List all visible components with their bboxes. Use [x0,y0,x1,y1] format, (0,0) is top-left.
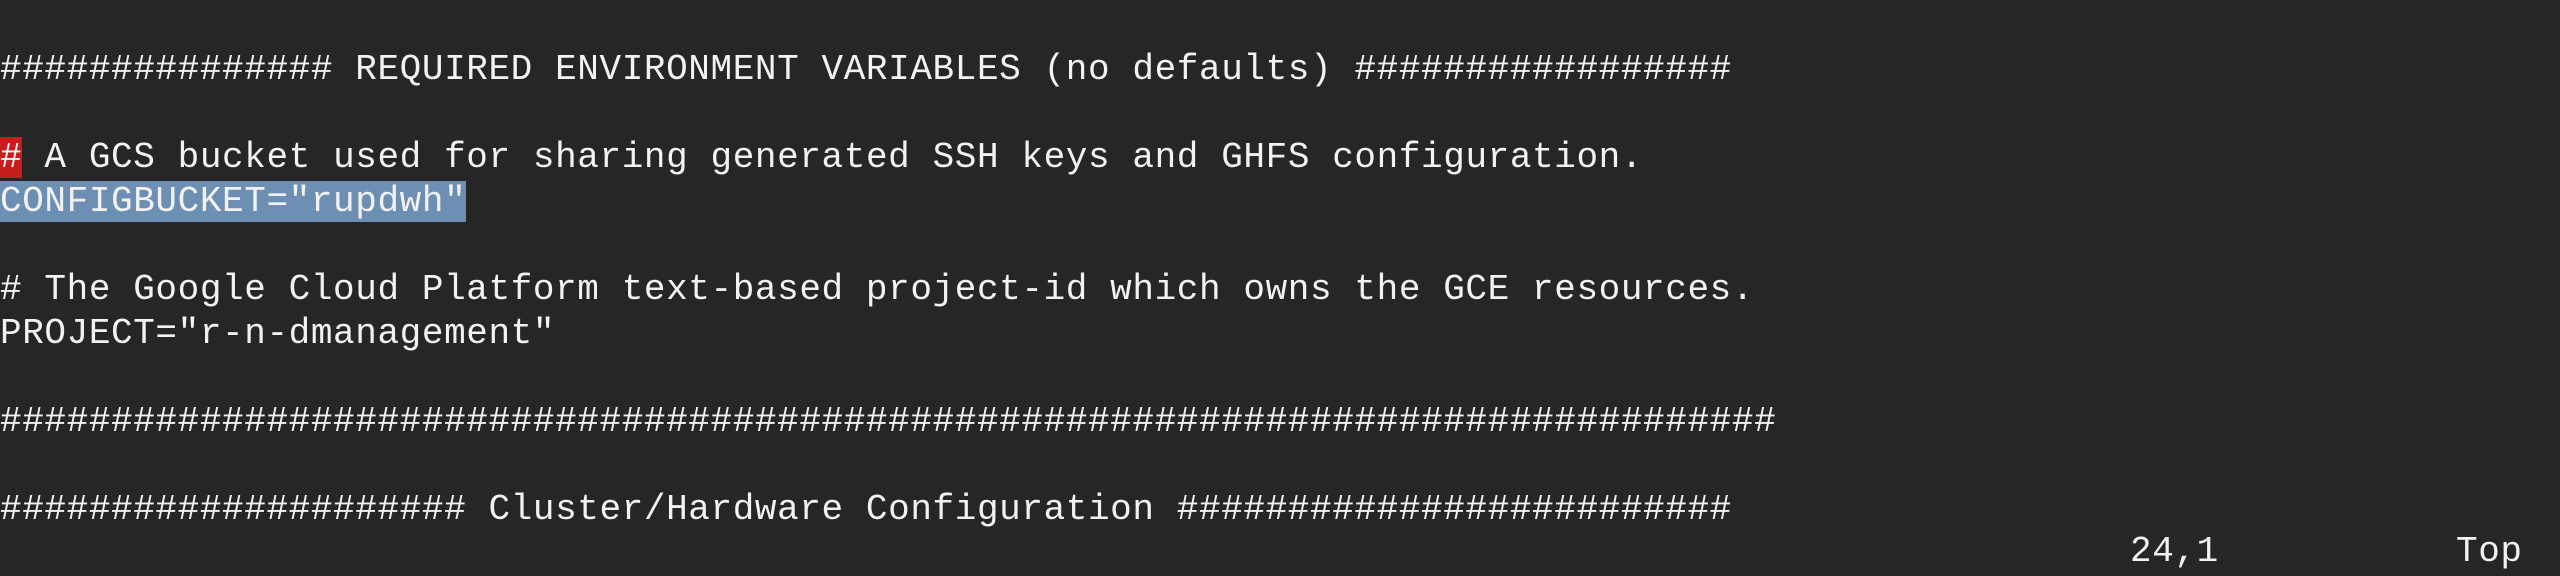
editor-line: CONFIGBUCKET="rupdwh" [0,180,2560,224]
editor-line: ########################################… [0,401,1777,442]
editor-line: ##################### Cluster/Hardware C… [0,489,1732,530]
status-line: 24,1 Top [0,530,2560,574]
terminal-window[interactable]: ############### REQUIRED ENVIRONMENT VAR… [0,0,2560,576]
editor-line: PROJECT="r-n-dmanagement" [0,313,556,354]
text-cursor: # [0,137,23,178]
cursor-position: 24,1 [2130,531,2219,572]
comment-text: A GCS bucket used for sharing generated … [22,137,1644,178]
editor-line: # A GCS bucket used for sharing generate… [0,136,2560,180]
selected-text: CONFIGBUCKET="rupdwh" [0,181,467,222]
scroll-position: Top [2456,531,2523,572]
editor-line: # The Google Cloud Platform text-based p… [0,269,1755,310]
editor-line: ############### REQUIRED ENVIRONMENT VAR… [0,49,1732,90]
